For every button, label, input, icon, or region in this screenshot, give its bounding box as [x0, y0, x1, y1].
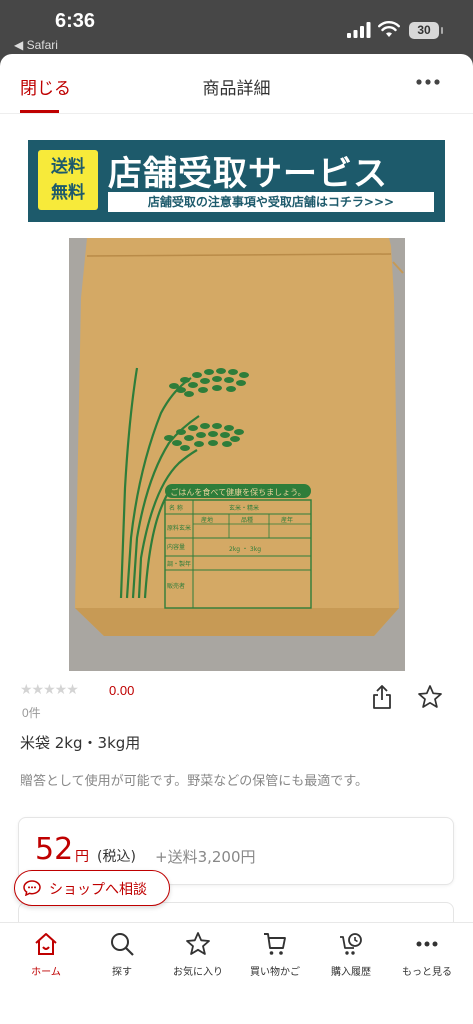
cellular-signal-icon: [347, 22, 371, 38]
tax-label: (税込): [97, 849, 136, 865]
label-date: 調・製年: [167, 560, 191, 568]
label-year: 産年: [281, 516, 293, 524]
back-to-safari-link[interactable]: ◀ Safari: [14, 38, 58, 52]
store-pickup-banner[interactable]: 送料 無料 店舗受取サービス 店舗受取の注意事項や受取店舗はコチラ>>>: [28, 140, 445, 222]
tab-favorites[interactable]: お気に入り: [158, 931, 238, 978]
tab-cart[interactable]: 買い物かご: [235, 931, 315, 978]
tab-label-cart: 買い物かご: [250, 967, 300, 978]
tab-label-search: 探す: [112, 967, 132, 978]
free-shipping-badge: 送料 無料: [38, 150, 98, 210]
label-seller: 販売者: [167, 582, 185, 590]
history-icon: [340, 933, 362, 955]
tab-label-favorites: お気に入り: [173, 967, 223, 978]
more-icon: [416, 941, 438, 947]
favorite-star-icon[interactable]: [417, 684, 443, 710]
label-weight-value: 2kg ・ 3kg: [229, 546, 261, 553]
rating-value[interactable]: 0.00: [109, 683, 134, 698]
close-underline: [20, 110, 59, 113]
product-detail-sheet: 閉じる 商品詳細 送料 無料 店舗受取サービス 店舗受取の注意事項や受取店舗はコ…: [0, 54, 473, 1024]
bag-slogan: ごはんを食べて健康を保ちましょう。: [170, 487, 305, 497]
tab-more[interactable]: もっと見る: [387, 931, 467, 978]
label-name: 名 称: [169, 504, 183, 512]
banner-subtitle-link[interactable]: 店舗受取の注意事項や受取店舗はコチラ>>>: [108, 192, 434, 212]
label-origin: 原料玄米: [167, 524, 191, 532]
tab-label-history: 購入履歴: [331, 967, 371, 978]
nav-bar: 閉じる 商品詳細: [0, 54, 473, 114]
rating-stars: ★★★★★: [20, 682, 79, 698]
label-grain: 玄米・精米: [229, 504, 259, 512]
rice-bag-illustration: ごはんを食べて健康を保ちましょう。 名 称 玄米・精米 原料玄米 産地 品種 産…: [69, 238, 405, 671]
tab-home[interactable]: ホーム: [6, 931, 86, 978]
tab-purchase-history[interactable]: 購入履歴: [311, 931, 391, 978]
product-description: 贈答として使用が可能です。野菜などの保管にも最適です。: [20, 774, 369, 789]
wifi-icon: [378, 21, 400, 37]
status-bar: 6:36 ◀ Safari 30: [0, 0, 473, 58]
cart-icon: [264, 933, 286, 955]
banner-title: 店舗受取サービス: [108, 154, 388, 194]
product-name: 米袋 2kg・3kg用: [20, 734, 141, 752]
more-options-icon[interactable]: [414, 70, 442, 94]
share-icon[interactable]: [370, 684, 394, 710]
review-count[interactable]: 0件: [22, 704, 41, 721]
battery-indicator: 30: [409, 22, 443, 39]
consult-label: ショップへ相談: [49, 882, 147, 898]
tab-label-home: ホーム: [31, 967, 61, 978]
home-icon: [35, 933, 57, 955]
shipping-fee: +送料3,200円: [155, 848, 256, 866]
chat-bubble-icon: [23, 880, 41, 896]
bottom-tab-bar: ホーム 探す お気に入り 買い物かご 購入履歴 もっと見る: [0, 922, 473, 1024]
shop-consult-button[interactable]: ショップへ相談: [14, 870, 170, 906]
status-time: 6:36: [55, 10, 96, 32]
badge-line-1: 送料: [51, 157, 85, 177]
page-title: 商品詳細: [202, 79, 271, 99]
tab-label-more: もっと見る: [402, 967, 452, 978]
tab-search[interactable]: 探す: [82, 931, 162, 978]
label-place: 産地: [201, 516, 213, 524]
badge-line-2: 無料: [51, 183, 85, 203]
search-icon: [111, 933, 134, 956]
price-unit: 円: [75, 849, 89, 865]
label-weight: 内容量: [167, 543, 185, 551]
star-icon: [186, 932, 210, 955]
product-image[interactable]: ごはんを食べて健康を保ちましょう。 名 称 玄米・精米 原料玄米 産地 品種 産…: [69, 238, 405, 671]
label-variety: 品種: [241, 516, 253, 524]
price-amount: 52: [35, 832, 74, 867]
